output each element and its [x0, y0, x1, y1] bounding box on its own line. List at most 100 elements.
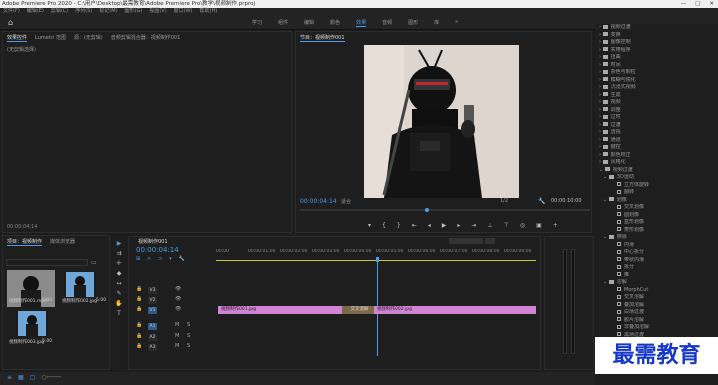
effects-tree-item[interactable]: 翻转: [595, 189, 718, 197]
workspace-tab[interactable]: 颜色: [330, 19, 340, 27]
effects-tree-item[interactable]: › 过渡: [595, 122, 718, 130]
track-lock-icon[interactable]: 🔒: [136, 286, 142, 292]
timeline-ruler[interactable]: 00:00 00:00:01:00 00:00:02:00 00:00:03:00 00…: [216, 249, 536, 256]
razor-icon[interactable]: ◆: [113, 270, 125, 280]
extract-icon[interactable]: ⊤: [504, 222, 509, 229]
list-view-icon[interactable]: ≡: [7, 374, 12, 381]
effects-tree-item[interactable]: ⌄ 视频过渡: [595, 167, 718, 175]
effects-tree-item[interactable]: › 通道: [595, 137, 718, 145]
effects-tree-item[interactable]: › 视频: [595, 99, 718, 107]
menu-item[interactable]: 标记(M): [99, 8, 117, 14]
type-tool-icon[interactable]: T: [113, 310, 125, 320]
effects-tree-item[interactable]: › 生成: [595, 92, 718, 100]
zoom-slider[interactable]: ○────: [41, 374, 61, 381]
timeline-track[interactable]: A3 🔒 M S: [131, 343, 537, 352]
track-lock-icon[interactable]: 🔒: [136, 343, 142, 349]
effects-tree-item[interactable]: ⌄ 划像: [595, 197, 718, 205]
effects-tree-item[interactable]: › 键控: [595, 144, 718, 152]
effects-tree-item[interactable]: ⌄ 3D运动: [595, 174, 718, 182]
transition-clip[interactable]: 交叉溶解: [342, 306, 374, 314]
step-forward-icon[interactable]: ▸: [457, 222, 460, 229]
track-lock-icon[interactable]: 🔒: [136, 296, 142, 302]
add-marker-icon[interactable]: ▾: [368, 222, 371, 229]
wrench-icon[interactable]: 🔧: [538, 198, 545, 205]
timeline-tab[interactable]: 视频制作001: [138, 238, 168, 245]
effects-tree-item[interactable]: ⌄ 擦除: [595, 234, 718, 242]
effects-tree-item[interactable]: › 过时: [595, 114, 718, 122]
menu-item[interactable]: 图形(G): [125, 8, 143, 14]
timeline-track[interactable]: A1 🔒 M S: [131, 322, 537, 331]
track-label[interactable]: V2: [148, 297, 157, 304]
workspace-tab[interactable]: »: [455, 19, 458, 27]
add-marker-timeline-icon[interactable]: ▾: [169, 256, 172, 262]
project-tab[interactable]: 项目：视频制作: [7, 238, 43, 246]
effects-tree-item[interactable]: 拆分: [595, 264, 718, 272]
track-solo-icon[interactable]: S: [187, 333, 190, 339]
effects-tree-item[interactable]: 带状内滑: [595, 257, 718, 265]
new-bin-icon[interactable]: ▭: [91, 259, 97, 266]
track-lock-icon[interactable]: 🔒: [136, 333, 142, 339]
effects-tree-item[interactable]: › 模糊与锐化: [595, 77, 718, 85]
source-tab[interactable]: 源：(无剪辑): [74, 34, 103, 42]
menu-item[interactable]: 序列(S): [75, 8, 92, 14]
track-mute-icon[interactable]: M: [175, 343, 179, 349]
snap-icon[interactable]: ∩: [147, 256, 151, 262]
track-visibility-icon[interactable]: 👁: [175, 296, 181, 302]
effects-tree-item[interactable]: 交叉划像: [595, 204, 718, 212]
menu-item[interactable]: 窗口(W): [174, 8, 193, 14]
project-item-thumbnail-3[interactable]: [18, 311, 46, 336]
effects-tree-item[interactable]: 圆划像: [595, 212, 718, 220]
step-back-icon[interactable]: ◂: [428, 222, 431, 229]
resolution-dropdown[interactable]: 1/2: [500, 198, 508, 204]
menu-item[interactable]: 剪辑(C): [51, 8, 68, 14]
effects-tree-item[interactable]: 交叉溶解: [595, 294, 718, 302]
track-visibility-icon[interactable]: 👁: [175, 306, 181, 312]
track-label[interactable]: A3: [148, 344, 157, 351]
timeline-nav-button[interactable]: [485, 238, 495, 244]
effects-tree-item[interactable]: 叠加溶解: [595, 302, 718, 310]
effects-tree-item[interactable]: › 杂色与颗粒: [595, 69, 718, 77]
timeline-track[interactable]: V2 🔒 👁: [131, 296, 537, 305]
effects-tree-item[interactable]: 非叠加溶解: [595, 324, 718, 332]
source-tab[interactable]: 效果控件: [7, 34, 28, 42]
video-clip[interactable]: 视频制作002.jpg: [374, 306, 536, 314]
timeline-timecode[interactable]: 00:00:04:14: [136, 246, 179, 254]
menu-item[interactable]: 编辑(E): [27, 8, 44, 14]
track-select-icon[interactable]: ⇉: [113, 250, 125, 260]
menu-item[interactable]: 帮助(H): [200, 8, 218, 14]
effects-tree-item[interactable]: 盒形划像: [595, 219, 718, 227]
pen-tool-icon[interactable]: ✎: [113, 290, 125, 300]
effects-tree-item[interactable]: 立方体旋转: [595, 182, 718, 190]
lift-icon[interactable]: ⊥: [487, 222, 492, 229]
project-tab[interactable]: 媒体浏览器: [50, 238, 75, 246]
comparison-icon[interactable]: ▣: [536, 222, 542, 229]
timeline-settings-icon[interactable]: 🔧: [179, 256, 185, 262]
effects-tree-item[interactable]: 菱形划像: [595, 227, 718, 235]
minimize-button[interactable]: —: [681, 0, 687, 8]
program-timecode[interactable]: 00:00:04:14: [300, 198, 337, 205]
selection-tool-icon[interactable]: ▶: [113, 240, 125, 250]
effects-tree-item[interactable]: › 沉浸式视频: [595, 84, 718, 92]
effects-tree-item[interactable]: 推: [595, 272, 718, 280]
effects-tree-item[interactable]: ⌄ 溶解: [595, 279, 718, 287]
menu-item[interactable]: 视图(V): [149, 8, 166, 14]
play-icon[interactable]: ▶: [442, 222, 447, 229]
effects-tree-item[interactable]: MorphCut: [595, 287, 718, 295]
go-to-out-icon[interactable]: ⇥: [471, 222, 476, 229]
track-lock-icon[interactable]: 🔒: [136, 306, 142, 312]
freeform-view-icon[interactable]: ▢: [30, 374, 36, 381]
hand-tool-icon[interactable]: ✋: [113, 300, 125, 310]
project-search-input[interactable]: [6, 259, 88, 266]
maximize-button[interactable]: □: [695, 0, 700, 8]
track-label[interactable]: A2: [148, 334, 157, 341]
workspace-tab[interactable]: 效果: [356, 19, 367, 27]
timeline-track[interactable]: A2 🔒 M S: [131, 333, 537, 342]
timeline-track[interactable]: V3 🔒 👁: [131, 286, 537, 295]
project-item-thumbnail-2[interactable]: [66, 272, 94, 297]
track-label[interactable]: A1: [148, 323, 157, 330]
effects-tree-item[interactable]: 白场过渡: [595, 309, 718, 317]
workspace-tab[interactable]: 组件: [278, 19, 288, 27]
track-mute-icon[interactable]: M: [175, 333, 179, 339]
workspace-tab[interactable]: 编辑: [304, 19, 314, 27]
effects-tree-item[interactable]: › 图像控制: [595, 39, 718, 47]
